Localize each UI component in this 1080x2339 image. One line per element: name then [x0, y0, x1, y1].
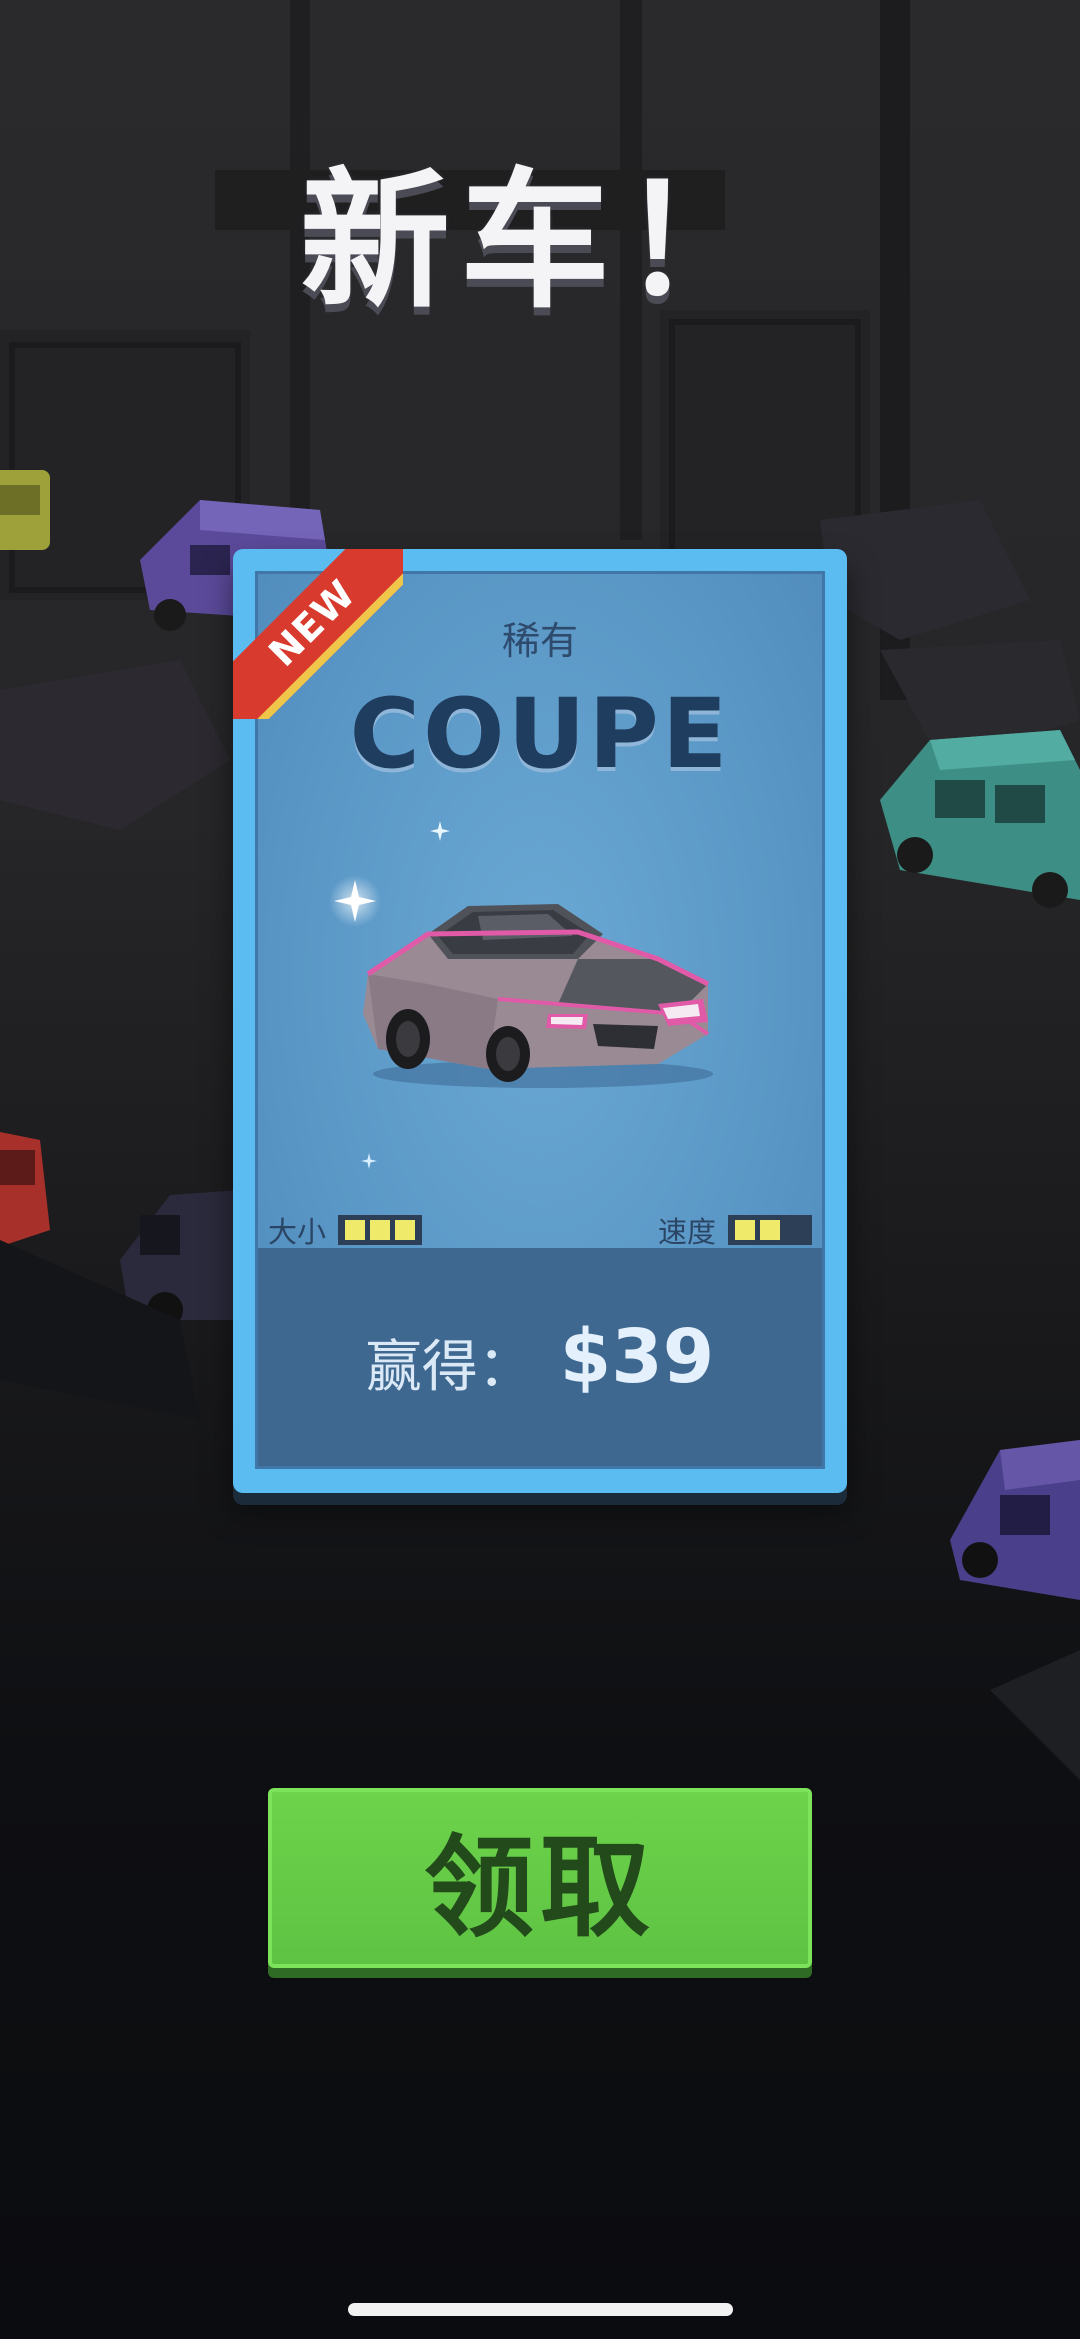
bg-car-purple-2: [950, 1440, 1080, 1600]
reward-label: 赢得：: [365, 1334, 534, 1400]
size-label: 大小: [268, 1215, 327, 1249]
speed-label: 速度: [657, 1215, 716, 1249]
home-indicator[interactable]: [348, 2303, 733, 2316]
sparkle-icon: [361, 1153, 377, 1169]
sparkle-icon: [430, 821, 450, 841]
new-badge-label: NEW: [233, 549, 403, 719]
car-image: [363, 904, 713, 1088]
speed-stat: 速度: [658, 1209, 812, 1251]
new-car-title: 新车！: [299, 155, 780, 329]
speed-bar: [728, 1215, 812, 1245]
stat-pip-filled: [345, 1220, 366, 1240]
size-stat: 大小: [268, 1209, 423, 1251]
size-bar: [338, 1215, 423, 1245]
bg-car-red: [0, 1132, 50, 1247]
claim-button[interactable]: 领取: [268, 1788, 812, 1968]
new-badge: NEW: [233, 549, 403, 719]
rock: [0, 660, 230, 830]
stat-pip-filled: [370, 1220, 391, 1240]
bg-car-teal: [880, 730, 1080, 908]
bg-car-yellow: [0, 470, 50, 550]
stat-pip-filled: [395, 1220, 416, 1240]
game-screen: 新车！ 稀有 COUPE 大小 速度 赢得： $39 NEW 领取: [0, 0, 1080, 2339]
stat-pip-empty: [785, 1220, 805, 1240]
stat-pip-filled: [735, 1220, 755, 1240]
reward-panel: 赢得： $39: [258, 1248, 822, 1466]
reward-value: $39: [559, 1314, 715, 1400]
stat-pip-filled: [760, 1220, 780, 1240]
